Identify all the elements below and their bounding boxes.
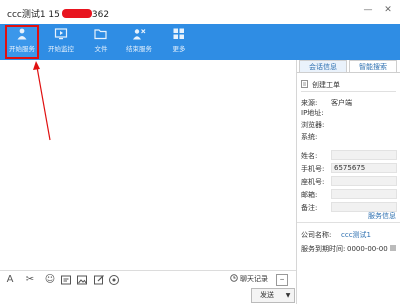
remark-label: 备注: (301, 204, 318, 212)
email-row: 邮箱: (301, 189, 397, 200)
start-service-label: 开始服务 (9, 45, 35, 53)
grid-icon (173, 28, 184, 39)
name-field[interactable] (331, 150, 397, 160)
redaction-mark (61, 9, 92, 18)
company-label: 公司名称: (301, 231, 332, 239)
end-service-label: 结束服务 (126, 45, 152, 53)
landline-label: 座机号: (301, 178, 325, 186)
send-button[interactable]: 发送 (251, 288, 283, 303)
source-value: 客户端 (331, 99, 352, 107)
chat-history-label: 聊天记录 (240, 275, 268, 283)
email-field[interactable] (331, 189, 397, 199)
title-bar: ccc测试1 15 362 — ✕ (0, 0, 400, 24)
name-row: 姓名: (301, 150, 397, 161)
more-label: 更多 (172, 45, 186, 53)
browser-label: 浏览器: (301, 121, 325, 129)
ip-row: IP地址: (301, 108, 324, 118)
window-title: ccc测试1 15 362 (7, 7, 109, 20)
email-label: 邮箱: (301, 191, 318, 199)
source-row: 来源: 客户端 (301, 98, 352, 108)
company-row: 公司名称: ccc测试1 (301, 230, 371, 240)
end-service-icon (133, 29, 146, 40)
mobile-field[interactable]: 6575675 (331, 163, 397, 173)
person-service-icon (17, 28, 27, 40)
ip-label: IP地址: (301, 109, 324, 117)
ticket-icon (301, 80, 308, 88)
info-panel: 会话信息 智能搜索 创建工单 来源: 客户端 IP地址: 浏览器: 系统: 姓名:… (296, 60, 400, 304)
company-value: ccc测试1 (341, 231, 371, 239)
expire-row: 服务到期时间: 0000-00-00 (301, 244, 388, 254)
mobile-row: 手机号: 6575675 (301, 163, 397, 174)
name-label: 姓名: (301, 152, 318, 160)
landline-row: 座机号: (301, 176, 397, 187)
create-ticket-label: 创建工单 (312, 81, 340, 89)
panel-tabs: 会话信息 智能搜索 (297, 60, 400, 73)
list-icon[interactable] (389, 244, 397, 252)
quick-reply-icon[interactable] (60, 274, 72, 286)
tab-session-info[interactable]: 会话信息 (299, 60, 347, 72)
browser-row: 浏览器: (301, 120, 324, 130)
start-monitor-label: 开始监控 (48, 45, 74, 53)
chat-history-link[interactable]: 聊天记录 (230, 274, 268, 284)
expire-value: 0000-00-00 (347, 245, 388, 253)
file-label: 文件 (94, 45, 108, 53)
folder-icon (94, 29, 107, 40)
file-button[interactable]: 文件 (88, 26, 114, 58)
emoji-icon[interactable]: ☺ (44, 274, 56, 286)
expire-label: 服务到期时间: (301, 245, 346, 253)
tab-smart-search[interactable]: 智能搜索 (349, 60, 397, 72)
edit-icon[interactable] (93, 274, 105, 286)
scissors-icon[interactable]: ✂ (21, 274, 39, 286)
system-row: 系统: (301, 132, 317, 142)
minus-icon[interactable]: − (276, 274, 288, 286)
clock-icon (230, 274, 238, 282)
service-info-link[interactable]: 服务信息 (368, 211, 396, 221)
input-toolbar: A ✂ ☺ 聊天记录 − (0, 271, 296, 289)
more-button[interactable]: 更多 (166, 26, 192, 58)
monitor-icon (54, 28, 68, 40)
toolbar: 开始服务 开始监控 文件 结束服务 更多 (0, 24, 400, 60)
source-label: 来源: (301, 99, 318, 107)
system-label: 系统: (301, 133, 318, 141)
mobile-label: 手机号: (301, 165, 325, 173)
panel-divider (297, 222, 400, 223)
end-service-button[interactable]: 结束服务 (122, 26, 156, 58)
send-options-dropdown[interactable]: ▼ (282, 288, 295, 303)
create-ticket-button[interactable]: 创建工单 (301, 79, 396, 92)
chat-area[interactable]: A ✂ ☺ 聊天记录 − (0, 60, 296, 304)
image-icon[interactable] (76, 274, 88, 286)
remark-row: 备注: (301, 202, 397, 213)
close-button[interactable]: ✕ (382, 4, 394, 16)
window-title-text: ccc测试1 15 (7, 10, 60, 20)
start-monitor-button[interactable]: 开始监控 (44, 26, 78, 58)
font-icon[interactable]: A (4, 274, 16, 286)
landline-field[interactable] (331, 176, 397, 186)
evaluate-icon[interactable] (108, 274, 120, 286)
start-service-button[interactable]: 开始服务 (5, 25, 39, 59)
minimize-button[interactable]: — (362, 4, 374, 16)
window-title-suffix: 362 (91, 10, 110, 20)
